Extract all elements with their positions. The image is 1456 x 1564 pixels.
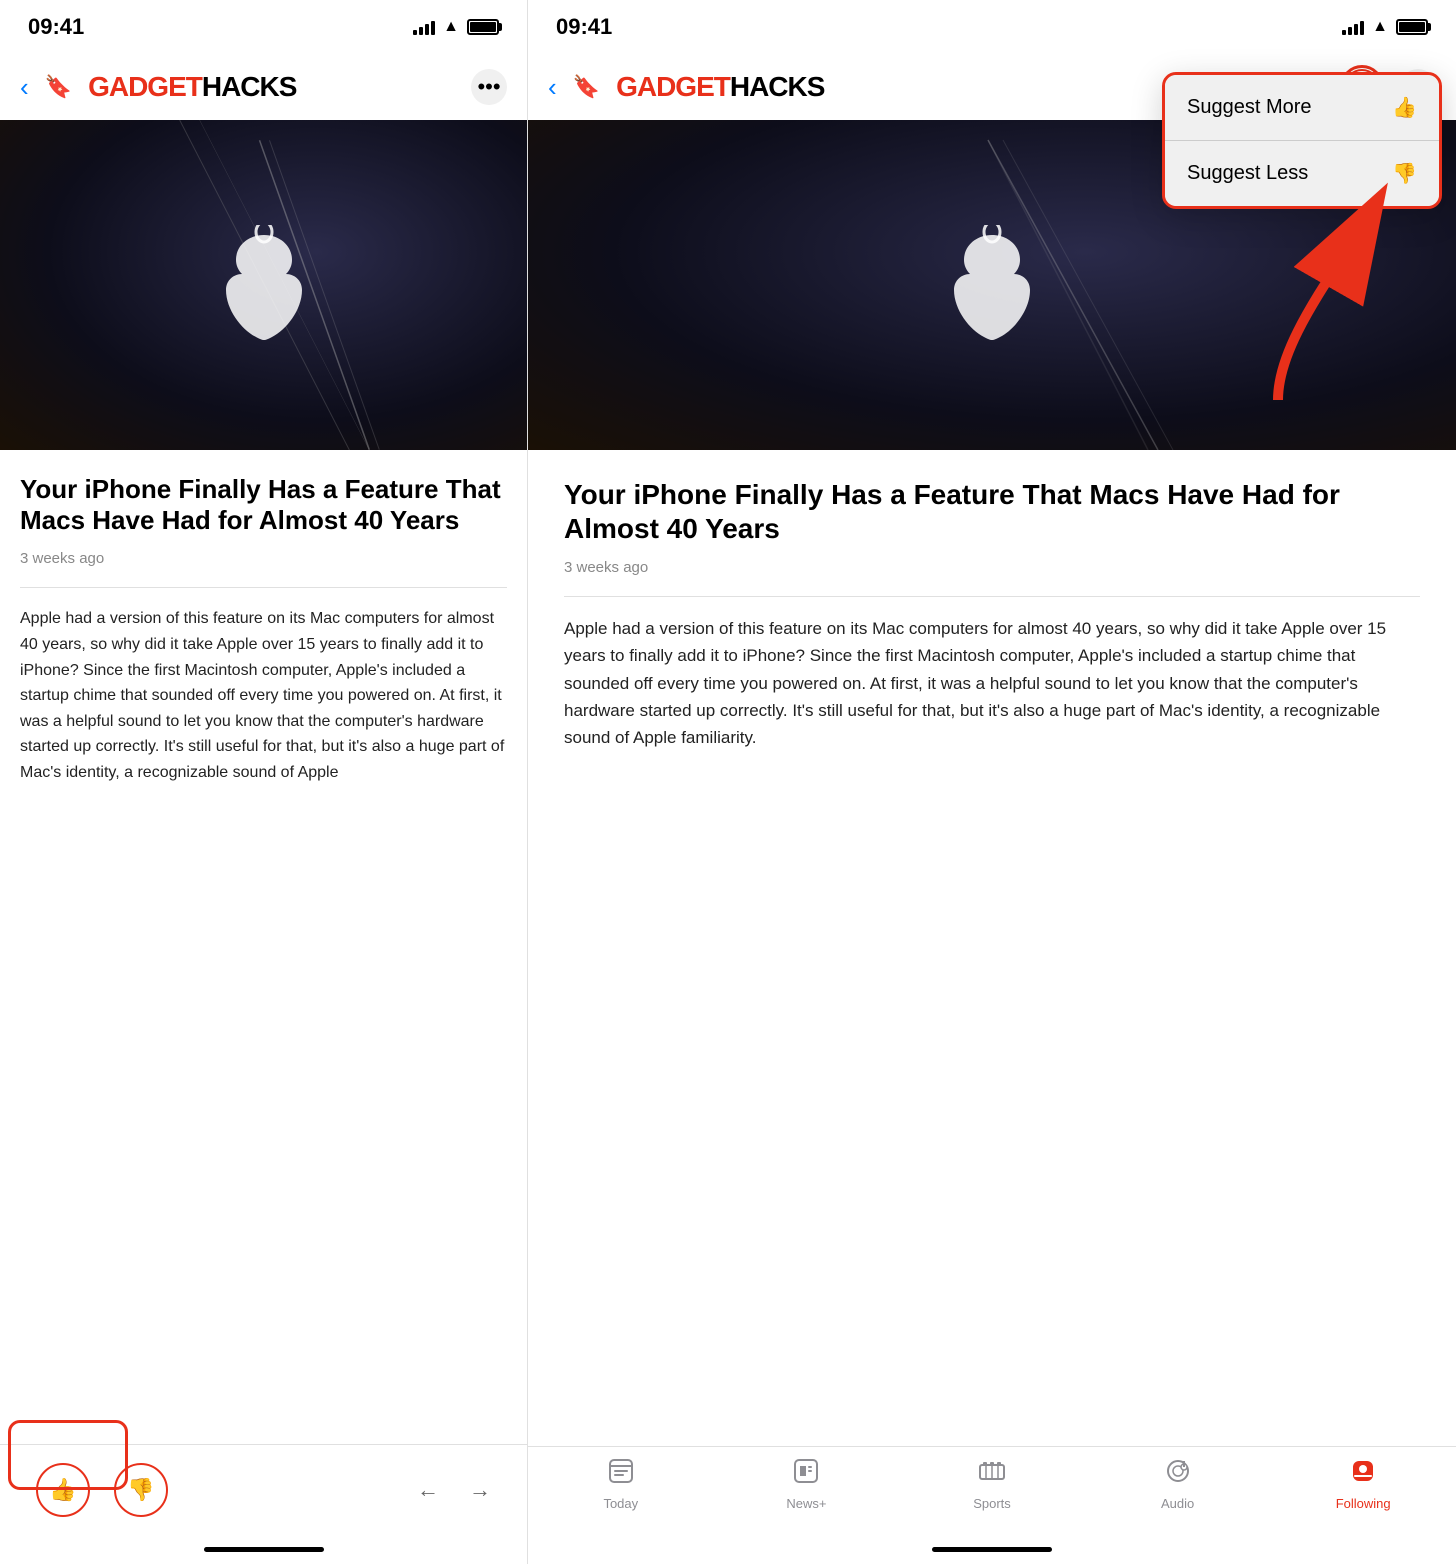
home-indicator-right	[528, 1534, 1456, 1564]
article-body-right: Apple had a version of this feature on i…	[564, 615, 1420, 751]
tab-newsplus-icon	[792, 1457, 820, 1492]
battery-icon	[467, 19, 499, 35]
thumb-buttons: 👍 👎	[36, 1463, 168, 1517]
apple-logo-left	[214, 225, 314, 345]
bookmark-button-left[interactable]: 🔖	[45, 74, 72, 100]
tab-audio[interactable]: Audio	[1085, 1457, 1271, 1511]
status-icons-right: ▲	[1342, 18, 1428, 36]
back-button-right[interactable]: ‹	[548, 72, 557, 103]
article-content-left: Your iPhone Finally Has a Feature That M…	[0, 450, 527, 1444]
suggest-more-icon: 👍	[1392, 95, 1417, 120]
logo-left: GADGETHACKS	[88, 71, 471, 103]
apple-svg-right	[942, 225, 1042, 345]
wifi-icon: ▲	[443, 18, 459, 36]
tab-audio-label: Audio	[1161, 1496, 1194, 1511]
tab-sports-label: Sports	[973, 1496, 1011, 1511]
thumbup-button[interactable]: 👍	[36, 1463, 90, 1517]
wifi-icon-right: ▲	[1372, 18, 1388, 36]
signal-icon-right	[1342, 19, 1364, 35]
suggest-less-label: Suggest Less	[1187, 162, 1308, 185]
more-icon-left: •••	[477, 74, 500, 100]
tab-bar-right: Today News+	[528, 1446, 1456, 1534]
apple-svg-left	[214, 225, 314, 345]
back-arrow-button[interactable]: ←	[417, 1477, 439, 1503]
article-date-right: 3 weeks ago	[564, 559, 1420, 576]
status-bar-right: 09:41 ▲	[528, 0, 1456, 54]
logo-hacks-left: HACKS	[202, 71, 297, 103]
article-divider-right	[564, 596, 1420, 597]
logo-gadget-left: GADGET	[88, 71, 202, 103]
suggest-more-item[interactable]: Suggest More 👍	[1165, 75, 1439, 141]
suggest-less-item[interactable]: Suggest Less 👎	[1165, 141, 1439, 206]
article-title-right: Your iPhone Finally Has a Feature That M…	[564, 478, 1420, 545]
tab-following-icon	[1349, 1457, 1377, 1492]
thumbup-icon: 👍	[49, 1477, 76, 1503]
time-left: 09:41	[28, 14, 84, 40]
tab-audio-icon	[1164, 1457, 1192, 1492]
article-title-left: Your iPhone Finally Has a Feature That M…	[20, 474, 507, 536]
article-content-right: Your iPhone Finally Has a Feature That M…	[528, 450, 1456, 1446]
suggest-less-icon: 👎	[1392, 161, 1417, 186]
tab-newsplus[interactable]: News+	[714, 1457, 900, 1511]
logo-gadget-right: GADGET	[616, 71, 730, 103]
left-phone: 09:41 ▲ ‹ 🔖 GADGETHACKS •••	[0, 0, 528, 1564]
article-divider-left	[20, 587, 507, 588]
logo-hacks-right: HACKS	[730, 71, 825, 103]
tab-following-label: Following	[1336, 1496, 1391, 1511]
bookmark-button-right[interactable]: 🔖	[573, 74, 600, 100]
apple-logo-right	[942, 225, 1042, 345]
tab-today-icon	[607, 1457, 635, 1492]
forward-arrow-button[interactable]: →	[469, 1477, 491, 1503]
tab-newsplus-label: News+	[786, 1496, 826, 1511]
status-icons-left: ▲	[413, 18, 499, 36]
tab-following[interactable]: Following	[1270, 1457, 1456, 1511]
thumbdown-icon: 👎	[127, 1477, 154, 1503]
tab-today-label: Today	[603, 1496, 638, 1511]
battery-icon-right	[1396, 19, 1428, 35]
article-date-left: 3 weeks ago	[20, 550, 507, 567]
thumbdown-button[interactable]: 👎	[114, 1463, 168, 1517]
nav-bar-left: ‹ 🔖 GADGETHACKS •••	[0, 54, 527, 120]
tab-sports-icon	[978, 1457, 1006, 1492]
more-button-left[interactable]: •••	[471, 69, 507, 105]
dropdown-menu: Suggest More 👍 Suggest Less 👎	[1162, 72, 1442, 209]
article-body-left: Apple had a version of this feature on i…	[20, 606, 507, 785]
home-indicator-left	[0, 1534, 527, 1564]
nav-arrows: ← →	[417, 1477, 491, 1503]
right-phone: 09:41 ▲ ‹ 🔖 GADGETHACKS 👍	[528, 0, 1456, 1564]
back-button-left[interactable]: ‹	[20, 72, 29, 103]
signal-icon	[413, 19, 435, 35]
tab-sports[interactable]: Sports	[899, 1457, 1085, 1511]
status-bar-left: 09:41 ▲	[0, 0, 527, 54]
time-right: 09:41	[556, 14, 612, 40]
tab-today[interactable]: Today	[528, 1457, 714, 1511]
bottom-bar-left: 👍 👎 ← →	[0, 1444, 527, 1534]
hero-image-left	[0, 120, 527, 450]
suggest-more-label: Suggest More	[1187, 96, 1312, 119]
